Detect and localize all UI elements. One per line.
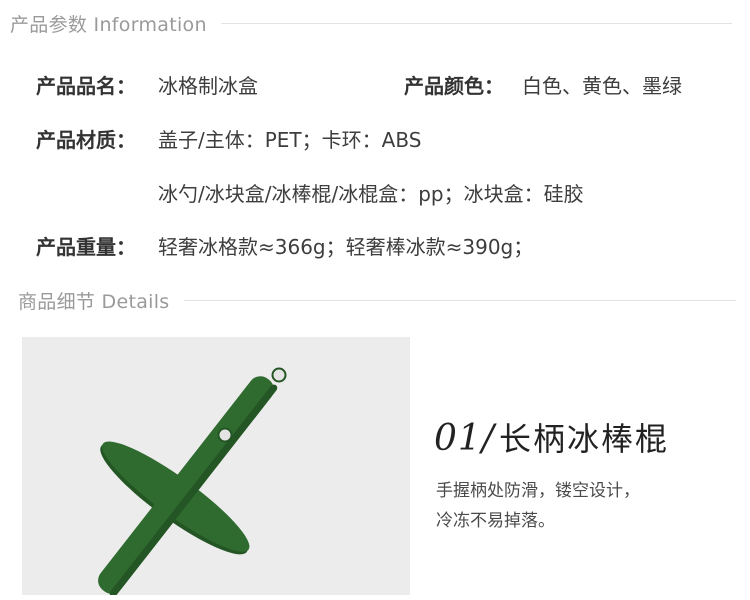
- details-section-header: 商品细节 Details: [18, 287, 736, 314]
- product-weight-label: 产品重量：: [36, 235, 136, 259]
- product-name-label: 产品品名：: [36, 74, 136, 98]
- product-material-line1: 盖子/主体：PET；卡环：ABS: [158, 128, 422, 152]
- information-section-title: 产品参数 Information: [10, 14, 207, 36]
- product-material-label: 产品材质：: [36, 128, 136, 152]
- details-divider: [183, 300, 736, 301]
- product-photo-ice-stick: [22, 337, 410, 595]
- product-material-line2: 冰勺/冰块盒/冰棒棍/冰棍盒：pp；冰块盒：硅胶: [158, 182, 584, 206]
- handle-hole-middle: [217, 427, 233, 443]
- handle-hole-top: [271, 367, 287, 383]
- feature-number: 01/: [434, 418, 495, 459]
- ice-pop-stick-illustration: [98, 367, 287, 595]
- information-section-header: 产品参数 Information: [10, 10, 732, 37]
- feature-description-line1: 手握柄处防滑，镂空设计，: [436, 481, 640, 501]
- feature-title: 01/长柄冰棒棍: [434, 414, 669, 460]
- stick-handle: [98, 376, 278, 595]
- product-color-label: 产品颜色：: [404, 74, 504, 98]
- information-divider: [220, 23, 732, 24]
- details-section-title: 商品细节 Details: [18, 291, 170, 313]
- feature-name: 长柄冰棒棍: [498, 420, 669, 458]
- product-name-value: 冰格制冰盒: [158, 74, 258, 98]
- feature-description-line2: 冷冻不易掉落。: [436, 511, 555, 531]
- product-color-value: 白色、黄色、墨绿: [522, 74, 682, 98]
- product-weight-value: 轻奢冰格款≈366g；轻奢棒冰款≈390g；: [158, 235, 534, 259]
